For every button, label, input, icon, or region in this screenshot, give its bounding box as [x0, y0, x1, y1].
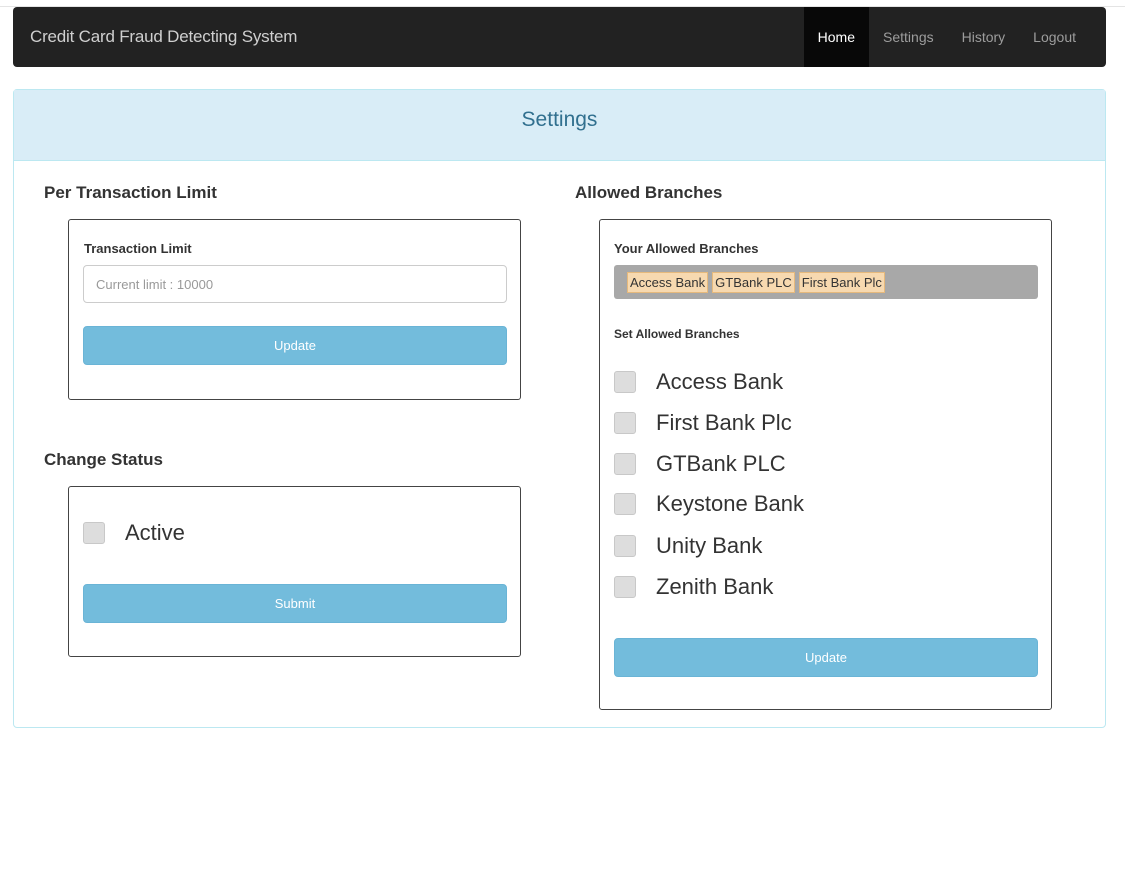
branch-option-label: Access Bank [656, 369, 784, 394]
branch-option-label: First Bank Plc [656, 410, 792, 435]
branch-option-first-bank[interactable]: First Bank Plc [614, 410, 792, 436]
branch-tag: Access Bank [627, 271, 709, 293]
nav-item-history[interactable]: History [948, 7, 1020, 67]
branch-checkbox[interactable] [614, 576, 636, 598]
change-status-submit-button[interactable]: Submit [83, 584, 507, 623]
change-status-section-title: Change Status [44, 450, 164, 469]
allowed-branches-tags: Access Bank GTBank PLC First Bank Plc [614, 265, 1038, 299]
allowed-branches-card: Your Allowed Branches Access Bank GTBank… [599, 219, 1052, 710]
panel-title: Settings [14, 90, 1105, 161]
allowed-branches-update-button[interactable]: Update [614, 638, 1038, 677]
nav-item-logout[interactable]: Logout [1019, 7, 1090, 67]
branch-option-gtbank[interactable]: GTBank PLC [614, 451, 786, 477]
branch-checkbox[interactable] [614, 412, 636, 434]
branch-option-label: Zenith Bank [656, 574, 774, 599]
navbar-menu: Home Settings History Logout [803, 7, 1090, 67]
navbar-brand[interactable]: Credit Card Fraud Detecting System [30, 7, 297, 67]
branch-option-label: Unity Bank [656, 533, 763, 558]
nav-item-home[interactable]: Home [803, 7, 870, 67]
allowed-branches-section-title: Allowed Branches [575, 183, 723, 202]
active-checkbox[interactable] [83, 522, 105, 544]
nav-item-settings[interactable]: Settings [869, 7, 948, 67]
branch-option-keystone-bank[interactable]: Keystone Bank [614, 491, 804, 517]
navbar: Credit Card Fraud Detecting System Home … [13, 7, 1106, 67]
set-allowed-branches-label: Set Allowed Branches [614, 327, 740, 341]
branch-checkbox[interactable] [614, 371, 636, 393]
branch-checkbox[interactable] [614, 493, 636, 515]
branch-checkbox[interactable] [614, 453, 636, 475]
branch-tag: First Bank Plc [798, 271, 885, 293]
branch-tag: GTBank PLC [712, 271, 795, 293]
your-allowed-branches-label: Your Allowed Branches [614, 241, 759, 256]
branch-option-unity-bank[interactable]: Unity Bank [614, 533, 762, 559]
branch-checkbox[interactable] [614, 535, 636, 557]
branch-option-access-bank[interactable]: Access Bank [614, 369, 783, 395]
transaction-limit-card: Transaction Limit Update [68, 219, 521, 400]
change-status-card: Active Submit [68, 486, 521, 657]
branch-option-label: Keystone Bank [656, 491, 804, 516]
active-checkbox-row[interactable]: Active [83, 520, 185, 546]
active-checkbox-label: Active [125, 520, 185, 545]
transaction-limit-update-button[interactable]: Update [83, 326, 507, 365]
top-rule [0, 0, 1125, 7]
transaction-limit-section-title: Per Transaction Limit [44, 183, 217, 202]
transaction-limit-label: Transaction Limit [84, 241, 192, 256]
branch-option-label: GTBank PLC [656, 451, 786, 476]
transaction-limit-input[interactable] [83, 265, 507, 303]
branch-option-zenith-bank[interactable]: Zenith Bank [614, 574, 773, 600]
